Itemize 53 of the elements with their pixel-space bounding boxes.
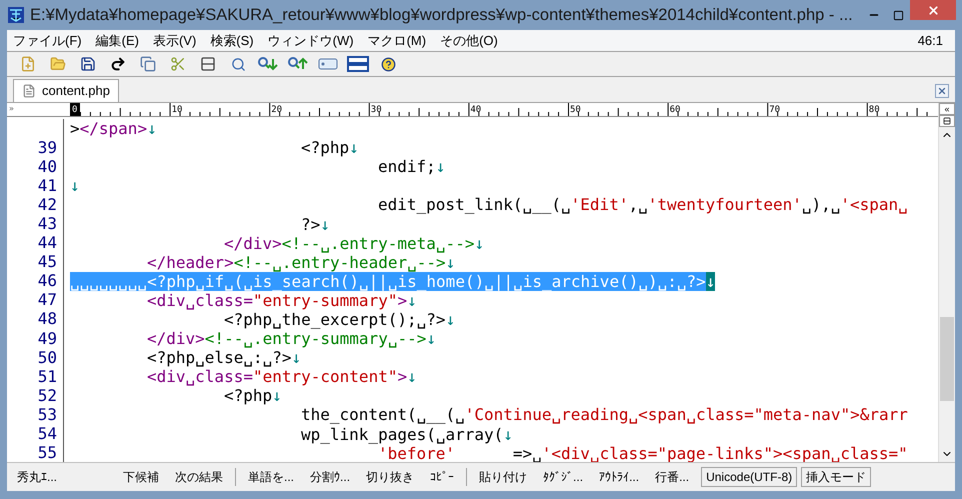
menu-item[interactable]: 編集(E)	[96, 30, 139, 50]
code-line: </div><!--␣.entry-meta␣-->↓	[223, 234, 484, 253]
menu-item[interactable]: マクロ(M)	[368, 30, 426, 50]
status-bar-button[interactable]: 次の結果	[167, 466, 232, 488]
code-line: the_content(␣__(␣'Continue␣reading␣<span␣class="meta-nav">&rarr	[300, 405, 908, 424]
status-bar-button[interactable]: 秀丸ｴ...	[9, 466, 66, 488]
close-tab-button[interactable]	[935, 84, 949, 98]
app-icon	[8, 7, 24, 23]
status-bar-button[interactable]: 下候補	[115, 466, 168, 488]
cursor-position: 46:1	[918, 32, 943, 50]
code-line: ↓	[70, 176, 80, 196]
status-bar-button[interactable]: ｱｳﾄﾗｲ...	[591, 466, 648, 488]
menu-item[interactable]: 検索(S)	[210, 30, 254, 50]
code-line: </header><!--␣.entry-header␣-->↓	[146, 252, 456, 272]
code-line: wp_link_pages(␣array(↓	[300, 424, 513, 444]
ruler-marker: »	[8, 103, 15, 115]
window-title: E:¥Mydata¥homepage¥SAKURA_retour¥www¥blog¥wordpress¥wp-content¥themes¥2014child¥content.php - ...	[30, 4, 853, 26]
code-line: ?>↓	[300, 214, 330, 234]
code-line: <?php↓	[300, 138, 359, 158]
code-line: <?php␣the_excerpt();␣?>↓	[224, 310, 456, 329]
outline-button[interactable]	[939, 115, 955, 127]
close-button[interactable]	[910, 0, 956, 20]
ruler: 0 10 20 30 40 50 60 70 80	[70, 103, 934, 116]
menu-item[interactable]: 表示(V)	[152, 30, 196, 50]
code-line: <?php↓	[223, 386, 282, 406]
status-bar-button[interactable]: 貼り付け	[471, 466, 536, 488]
status-bar-button[interactable]: 切り抜き	[358, 466, 422, 488]
code-line: </div><!--␣.entry-summary␣-->↓	[146, 329, 436, 348]
scrollbar-thumb[interactable]	[940, 317, 954, 401]
status-indicator: 挿入モード	[801, 467, 872, 487]
status-bar-button[interactable]: ｺﾋﾟｰ	[422, 466, 462, 488]
collapse-ruler-button[interactable]: «	[939, 103, 955, 115]
status-indicator: Unicode(UTF-8)	[701, 467, 798, 487]
status-bar-button[interactable]: 分割ｳ...	[302, 466, 358, 488]
code-line: <div␣class="entry-summary">↓	[147, 290, 417, 310]
close-icon	[926, 4, 940, 16]
maximize-icon	[892, 10, 904, 20]
file-icon	[22, 84, 36, 98]
menu-item[interactable]: その他(O)	[440, 30, 498, 50]
status-bar-button[interactable]: 行番...	[647, 466, 698, 488]
code-line: <div␣class="entry-content">↓	[146, 367, 417, 386]
code-line: <?php␣else␣:␣?>↓	[146, 348, 302, 368]
menu-item[interactable]: ウィンドウ(W)	[268, 30, 354, 50]
code-line: endif;↓	[377, 157, 446, 176]
status-bar-button[interactable]: ﾀｸﾞｼﾞ...	[535, 466, 592, 488]
file-tab[interactable]: content.php	[13, 79, 119, 102]
code-line: edit_post_link(␣__(␣'Edit',␣'twentyfourteen'␣),␣'<span␣	[377, 195, 908, 214]
code-line: ></span>↓	[70, 119, 157, 138]
close-icon	[937, 86, 947, 96]
list-icon	[943, 117, 951, 125]
menu-item[interactable]: ファイル(F)	[13, 30, 82, 50]
split-icon[interactable]	[345, 53, 371, 75]
status-bar-button[interactable]: 単語を...	[240, 466, 302, 488]
